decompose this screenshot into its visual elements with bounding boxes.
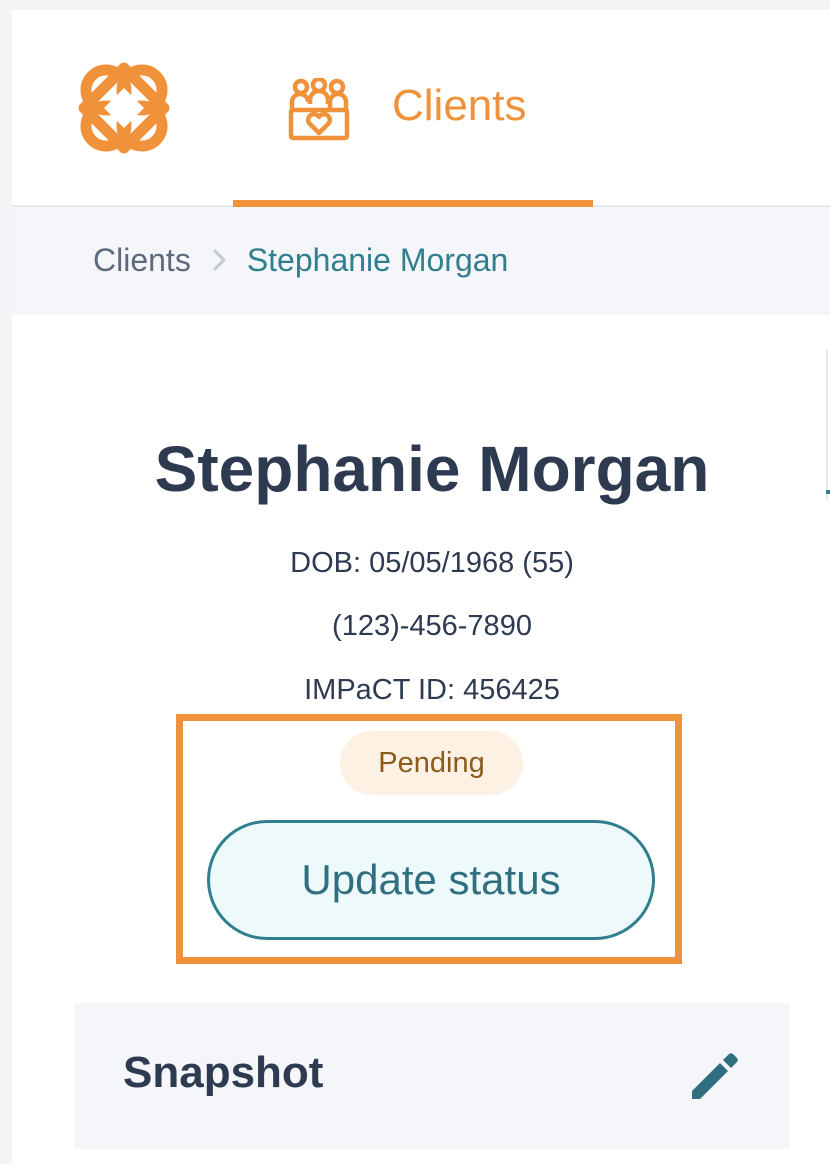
top-nav: Clients bbox=[12, 10, 830, 207]
active-tab-indicator bbox=[233, 200, 593, 207]
client-phone: (123)-456-7890 bbox=[332, 610, 532, 642]
pencil-icon[interactable] bbox=[686, 1047, 744, 1105]
client-dob: DOB: 05/05/1968 (55) bbox=[290, 547, 574, 579]
clients-group-icon bbox=[288, 78, 350, 141]
update-status-button[interactable]: Update status bbox=[207, 820, 655, 940]
breadcrumb-bar: Clients Stephanie Morgan bbox=[12, 207, 830, 315]
breadcrumb: Clients Stephanie Morgan bbox=[93, 240, 508, 280]
tab-clients[interactable]: Clients bbox=[233, 10, 593, 207]
app-frame: Clients Clients Stephanie Morgan Stephan… bbox=[12, 10, 830, 1164]
client-impact-id: IMPaCT ID: 456425 bbox=[304, 674, 560, 706]
breadcrumb-clients-link[interactable]: Clients bbox=[93, 240, 191, 280]
snapshot-title: Snapshot bbox=[123, 1048, 324, 1097]
client-name-heading: Stephanie Morgan bbox=[154, 433, 710, 505]
status-badge: Pending bbox=[340, 731, 523, 795]
breadcrumb-current: Stephanie Morgan bbox=[246, 242, 509, 278]
snapshot-card: Snapshot bbox=[74, 1003, 790, 1149]
brand-logo-icon[interactable] bbox=[76, 60, 172, 156]
tab-clients-label: Clients bbox=[392, 81, 527, 130]
chevron-right-icon bbox=[213, 249, 226, 271]
